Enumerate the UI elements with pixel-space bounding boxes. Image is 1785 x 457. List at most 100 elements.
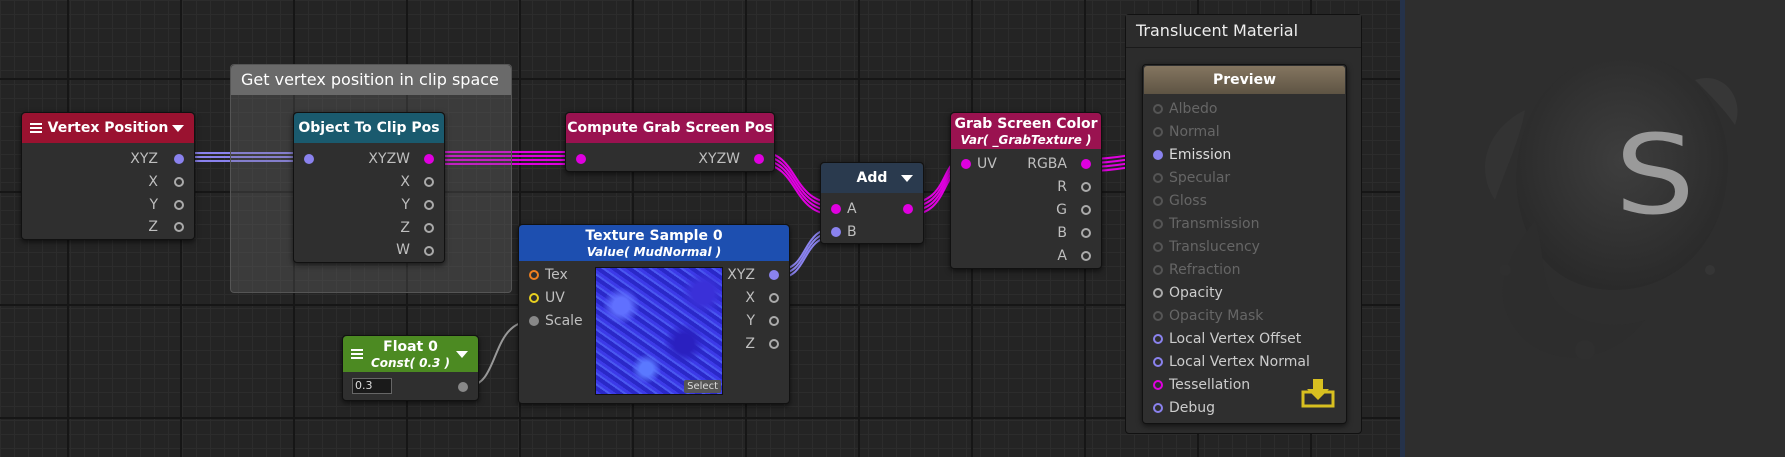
port-dot[interactable] (769, 270, 779, 280)
input-port-dot[interactable] (529, 316, 539, 326)
node-vertex-position[interactable]: Vertex Position XYZ X Y Z (21, 112, 195, 240)
node-header[interactable]: Add (821, 163, 923, 193)
port-dot[interactable] (1081, 251, 1091, 261)
port-dot[interactable] (1153, 288, 1163, 298)
port-dot[interactable] (769, 293, 779, 303)
output-port[interactable]: Y (149, 195, 158, 215)
port-dot[interactable] (424, 246, 434, 256)
port-label: Z (400, 220, 410, 236)
port-dot[interactable] (174, 200, 184, 210)
port-dot[interactable] (1153, 380, 1163, 390)
port-dot[interactable] (1153, 265, 1163, 275)
port-dot[interactable] (424, 223, 434, 233)
input-port-dot[interactable] (831, 227, 841, 237)
output-port[interactable]: G (1056, 200, 1067, 220)
port-dot[interactable] (1081, 205, 1091, 215)
output-port[interactable]: Z (148, 218, 158, 236)
port-label: Refraction (1169, 262, 1241, 278)
port-dot[interactable] (1153, 242, 1163, 252)
node-header[interactable]: Grab Screen Color Var( _GrabTexture ) (951, 113, 1101, 149)
input-port[interactable]: UV (977, 154, 997, 174)
dropdown-arrow-icon[interactable] (456, 351, 468, 358)
port-dot[interactable] (424, 200, 434, 210)
node-texture-sample[interactable]: Texture Sample 0 Value( MudNormal ) Tex … (518, 224, 790, 404)
port-dot[interactable] (754, 154, 764, 164)
output-port[interactable]: Y (746, 311, 755, 331)
output-port[interactable]: Z (400, 218, 410, 238)
port-dot[interactable] (1081, 159, 1091, 169)
port-dot[interactable] (424, 177, 434, 187)
output-port[interactable]: X (148, 172, 158, 192)
port-dot[interactable] (174, 154, 184, 164)
input-port-dot[interactable] (576, 154, 586, 164)
menu-icon[interactable] (30, 123, 42, 133)
output-port[interactable]: XYZW (368, 149, 410, 169)
port-label: XYZ (130, 151, 158, 167)
master-node[interactable]: Preview Albedo Normal Emission Specular … (1142, 64, 1347, 424)
node-header[interactable]: Object To Clip Pos (294, 113, 444, 143)
port-dot[interactable] (424, 154, 434, 164)
output-port-dot[interactable] (903, 204, 913, 214)
output-port[interactable]: A (1057, 246, 1067, 266)
input-port-dot[interactable] (961, 159, 971, 169)
output-port[interactable]: B (1057, 223, 1067, 243)
port-dot[interactable] (1153, 219, 1163, 229)
port-label: X (400, 174, 410, 190)
output-port[interactable]: X (400, 172, 410, 192)
output-port[interactable]: Z (745, 334, 755, 354)
input-port-dot[interactable] (831, 204, 841, 214)
select-button[interactable]: Select (684, 380, 721, 393)
output-port[interactable]: X (745, 288, 755, 308)
port-dot[interactable] (174, 177, 184, 187)
download-icon[interactable] (1301, 378, 1335, 408)
output-port[interactable]: RGBA (1027, 154, 1067, 174)
port-dot[interactable] (1153, 150, 1163, 160)
output-port[interactable]: XYZW (698, 149, 740, 169)
output-port[interactable]: R (1057, 177, 1067, 197)
port-dot[interactable] (1153, 311, 1163, 321)
node-grab-screen-color[interactable]: Grab Screen Color Var( _GrabTexture ) UV… (950, 112, 1102, 269)
node-header[interactable]: Vertex Position (22, 113, 194, 143)
input-port[interactable]: B (847, 222, 857, 242)
output-port[interactable]: XYZ (130, 149, 158, 169)
dropdown-arrow-icon[interactable] (901, 175, 913, 182)
input-port-dot[interactable] (529, 293, 539, 303)
menu-icon[interactable] (351, 349, 363, 359)
port-dot[interactable] (1153, 357, 1163, 367)
output-port[interactable]: Y (401, 195, 410, 215)
input-port[interactable]: Scale (545, 311, 583, 331)
node-float[interactable]: Float 0 Const( 0.3 ) 0.3 (342, 335, 479, 401)
port-dot[interactable] (1081, 228, 1091, 238)
output-port[interactable]: W (396, 240, 410, 260)
port-label: XYZ (727, 267, 755, 283)
node-header[interactable]: Texture Sample 0 Value( MudNormal ) (519, 225, 789, 261)
port-dot[interactable] (1153, 104, 1163, 114)
input-port[interactable]: A (847, 199, 857, 219)
port-dot[interactable] (769, 339, 779, 349)
port-dot[interactable] (1153, 173, 1163, 183)
texture-thumbnail[interactable]: Select (595, 267, 723, 395)
port-dot[interactable] (1153, 403, 1163, 413)
output-port[interactable]: XYZ (727, 265, 755, 285)
port-dot[interactable] (769, 316, 779, 326)
group-title[interactable]: Get vertex position in clip space (231, 65, 511, 95)
dropdown-arrow-icon[interactable] (172, 125, 184, 132)
node-compute-grab-screen-pos[interactable]: Compute Grab Screen Pos XYZW (565, 112, 775, 172)
port-dot[interactable] (1153, 196, 1163, 206)
value-input[interactable]: 0.3 (352, 378, 392, 394)
port-label: Transmission (1169, 216, 1260, 232)
node-object-to-clip-pos[interactable]: Object To Clip Pos XYZW X Y Z W (293, 112, 445, 263)
node-header[interactable]: Float 0 Const( 0.3 ) (343, 336, 478, 372)
preview-button[interactable]: Preview (1144, 66, 1345, 94)
input-port-dot[interactable] (304, 154, 314, 164)
output-port-dot[interactable] (458, 382, 468, 392)
port-dot[interactable] (1081, 182, 1091, 192)
input-port[interactable]: Tex (545, 265, 568, 285)
input-port-dot[interactable] (529, 270, 539, 280)
input-port[interactable]: UV (545, 288, 565, 308)
port-dot[interactable] (1153, 127, 1163, 137)
node-header[interactable]: Compute Grab Screen Pos (566, 113, 774, 143)
port-dot[interactable] (174, 222, 184, 232)
node-add[interactable]: Add A B (820, 162, 924, 244)
port-dot[interactable] (1153, 334, 1163, 344)
